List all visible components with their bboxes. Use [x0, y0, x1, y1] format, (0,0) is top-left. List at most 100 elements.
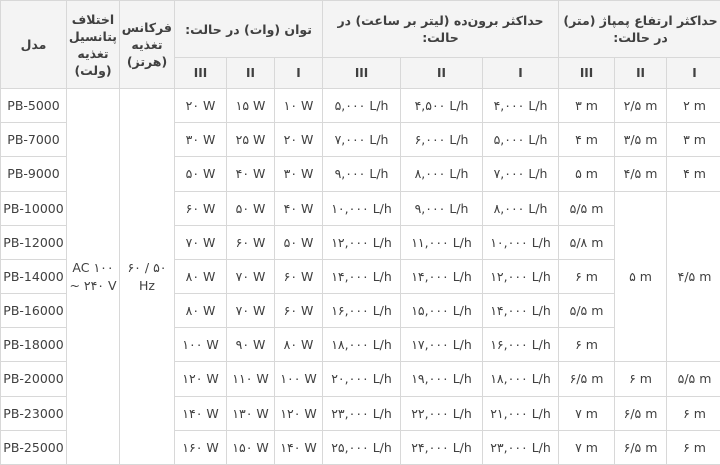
header-voltage: اختلاف پتانسیل تغذیه (ولت): [66, 0, 120, 89]
power-mode-1: ۶۰ W: [274, 258, 324, 295]
flow-mode-1: ۱۶,۰۰۰ L/h: [482, 327, 560, 363]
height-mode-2: ۳/۵ m: [614, 122, 668, 158]
flow-mode-3: ۵,۰۰۰ L/h: [322, 87, 402, 124]
flow-mode-3: ۱۴,۰۰۰ L/h: [322, 258, 402, 295]
power-mode-3: ۳۰ W: [173, 122, 228, 158]
flow-mode-1: ۱۸,۰۰۰ L/h: [482, 361, 560, 397]
power-mode-2: ۲۵ W: [226, 122, 276, 158]
mode-header-flow-2: II: [400, 57, 484, 89]
power-mode-3: ۵۰ W: [173, 156, 228, 192]
header-model: مدل: [0, 0, 67, 89]
mode-header-height-1: I: [666, 57, 720, 89]
power-mode-2: ۱۳۰ W: [226, 395, 276, 431]
power-mode-3: ۷۰ W: [173, 224, 228, 260]
power-mode-1: ۱۰۰ W: [274, 361, 324, 397]
model-cell: PB-14000: [0, 258, 67, 295]
power-mode-1: ۳۰ W: [274, 156, 324, 192]
mode-header-flow-1: I: [482, 57, 560, 89]
flow-mode-3: ۲۵,۰۰۰ L/h: [322, 429, 402, 465]
height-mode-1: ۶ m: [666, 395, 720, 431]
height-mode-3: ۴ m: [558, 122, 616, 158]
height-mode-3: ۵/۵ m: [558, 293, 616, 329]
flow-mode-2: ۹,۰۰۰ L/h: [400, 190, 484, 226]
height-mode-2: ۶/۵ m: [614, 395, 668, 431]
header-height: حداکثر ارتفاع پمپاژ (متر) در حالت:: [558, 0, 720, 58]
voltage-cell: AC ۱۰۰ ~ ۲۴۰ V: [66, 88, 120, 465]
header-power: توان (وات) در حالت:: [173, 0, 324, 58]
height-mode-1: ۴ m: [666, 156, 720, 192]
header-frequency: فرکانس تغذیه (هرتز): [119, 0, 175, 89]
mode-header-power-3: III: [173, 57, 228, 89]
power-mode-3: ۱۰۰ W: [173, 327, 228, 363]
flow-mode-2: ۲۲,۰۰۰ L/h: [400, 395, 484, 431]
flow-mode-1: ۲۳,۰۰۰ L/h: [482, 429, 560, 465]
flow-mode-3: ۲۰,۰۰۰ L/h: [322, 361, 402, 397]
flow-mode-3: ۱۶,۰۰۰ L/h: [322, 293, 402, 329]
height-mode-3: ۶ m: [558, 258, 616, 295]
height-mode-3: ۶/۵ m: [558, 361, 616, 397]
height-mode-2: ۶ m: [614, 361, 668, 397]
height-mode-2: ۴/۵ m: [614, 156, 668, 192]
mode-header-flow-3: III: [322, 57, 402, 89]
height-mode-1: ۵/۵ m: [666, 361, 720, 397]
model-cell: PB-9000: [0, 156, 67, 192]
height-mode-3: ۷ m: [558, 429, 616, 465]
power-mode-3: ۸۰ W: [173, 293, 228, 329]
power-mode-3: ۱۲۰ W: [173, 361, 228, 397]
height-mode-2: ۲/۵ m: [614, 87, 668, 124]
power-mode-1: ۱۰ W: [274, 87, 324, 124]
flow-mode-1: ۴,۰۰۰ L/h: [482, 87, 560, 124]
model-cell: PB-12000: [0, 224, 67, 260]
height-mode-3: ۵/۸ m: [558, 224, 616, 260]
model-cell: PB-25000: [0, 429, 67, 465]
power-mode-1: ۸۰ W: [274, 327, 324, 363]
power-mode-1: ۱۲۰ W: [274, 395, 324, 431]
frequency-cell: ۵۰ / ۶۰ Hz: [119, 88, 175, 465]
height-mode-1-merged: ۴/۵ m: [666, 190, 720, 363]
height-mode-3: ۵ m: [558, 156, 616, 192]
power-mode-2: ۱۱۰ W: [226, 361, 276, 397]
header-flow: حداکثر برون‌ده (لیتر بر ساعت) در حالت:: [322, 0, 560, 58]
power-mode-2: ۹۰ W: [226, 327, 276, 363]
power-mode-2: ۷۰ W: [226, 258, 276, 295]
flow-mode-1: ۲۱,۰۰۰ L/h: [482, 395, 560, 431]
mode-header-power-2: II: [226, 57, 276, 89]
header-row: حداکثر ارتفاع پمپاژ (متر) در حالت: حداکث…: [0, 0, 720, 89]
flow-mode-1: ۸,۰۰۰ L/h: [482, 190, 560, 226]
mode-header-height-3: III: [558, 57, 616, 89]
model-cell: PB-16000: [0, 293, 67, 329]
height-mode-3: ۶ m: [558, 327, 616, 363]
flow-mode-2: ۱۵,۰۰۰ L/h: [400, 293, 484, 329]
model-cell: PB-10000: [0, 190, 67, 226]
flow-mode-2: ۱۴,۰۰۰ L/h: [400, 258, 484, 295]
mode-header-height-2: II: [614, 57, 668, 89]
flow-mode-2: ۸,۰۰۰ L/h: [400, 156, 484, 192]
power-mode-1: ۶۰ W: [274, 293, 324, 329]
power-mode-1: ۵۰ W: [274, 224, 324, 260]
power-mode-3: ۱۴۰ W: [173, 395, 228, 431]
height-mode-2: ۶/۵ m: [614, 429, 668, 465]
flow-mode-1: ۱۰,۰۰۰ L/h: [482, 224, 560, 260]
flow-mode-1: ۱۲,۰۰۰ L/h: [482, 258, 560, 295]
height-mode-1: ۶ m: [666, 429, 720, 465]
power-mode-2: ۱۵۰ W: [226, 429, 276, 465]
power-mode-3: ۱۶۰ W: [173, 429, 228, 465]
height-mode-3: ۷ m: [558, 395, 616, 431]
model-cell: PB-20000: [0, 361, 67, 397]
flow-mode-3: ۷,۰۰۰ L/h: [322, 122, 402, 158]
height-mode-3: ۵/۵ m: [558, 190, 616, 226]
height-mode-2-merged: ۵ m: [614, 190, 668, 363]
power-mode-1: ۴۰ W: [274, 190, 324, 226]
flow-mode-3: ۲۳,۰۰۰ L/h: [322, 395, 402, 431]
flow-mode-2: ۲۴,۰۰۰ L/h: [400, 429, 484, 465]
power-mode-2: ۶۰ W: [226, 224, 276, 260]
flow-mode-3: ۱۰,۰۰۰ L/h: [322, 190, 402, 226]
flow-mode-1: ۱۴,۰۰۰ L/h: [482, 293, 560, 329]
flow-mode-3: ۹,۰۰۰ L/h: [322, 156, 402, 192]
flow-mode-3: ۱۲,۰۰۰ L/h: [322, 224, 402, 260]
table-row: ۲ m ۲/۵ m ۳ m ۴,۰۰۰ L/h ۴,۵۰۰ L/h ۵,۰۰۰ …: [0, 87, 720, 465]
power-mode-1: ۱۴۰ W: [274, 429, 324, 465]
flow-mode-1: ۷,۰۰۰ L/h: [482, 156, 560, 192]
power-mode-1: ۲۰ W: [274, 122, 324, 158]
spec-table: حداکثر ارتفاع پمپاژ (متر) در حالت: حداکث…: [0, 0, 720, 465]
